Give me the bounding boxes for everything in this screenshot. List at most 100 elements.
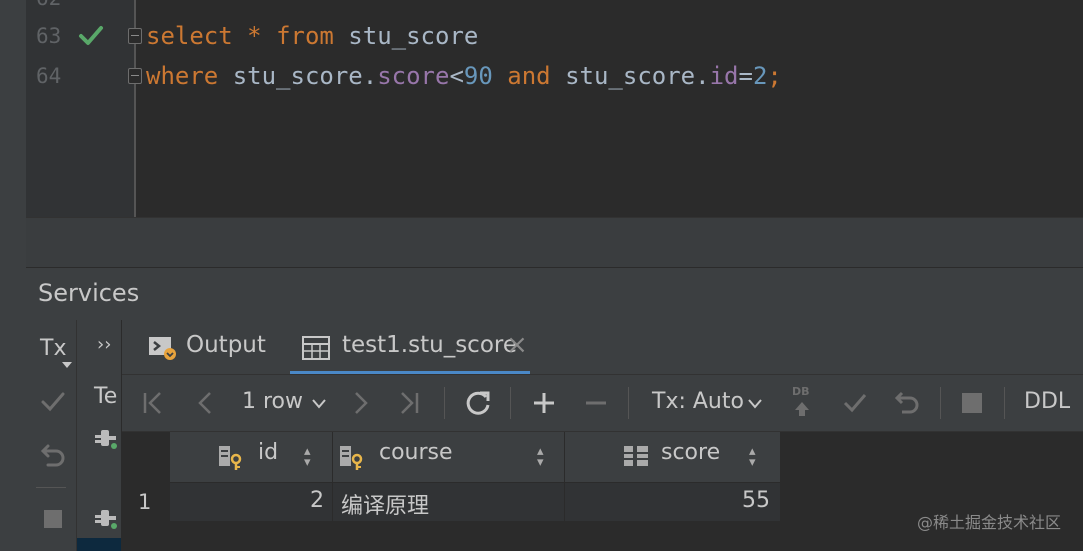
cell-course[interactable]: 编译原理 — [333, 483, 565, 521]
active-tab-indicator — [290, 371, 530, 374]
refresh-icon[interactable] — [464, 389, 492, 417]
code-token: ; — [767, 62, 782, 90]
left-tool-strip — [0, 0, 26, 551]
code-token: from — [276, 22, 334, 50]
code-token: and — [507, 62, 551, 90]
grid-header: id ▴ ▾ course ▴ ▾ score ▴ ▾ — [170, 432, 780, 482]
row-count-dropdown[interactable]: 1 row — [242, 389, 326, 414]
column-icon — [624, 446, 648, 466]
column-name: score — [661, 440, 721, 465]
code-token: select — [146, 22, 233, 50]
code-token: id — [709, 62, 739, 90]
code-token: stu_score. — [550, 62, 710, 90]
sort-icon[interactable]: ▴ ▾ — [304, 445, 311, 469]
last-page-icon[interactable] — [398, 391, 420, 415]
toolbar-separator — [628, 387, 629, 419]
column-header-score[interactable]: score ▴ ▾ — [565, 432, 780, 482]
cell-score[interactable]: 55 — [565, 483, 780, 521]
table-icon — [302, 336, 330, 360]
cell-value: 编译原理 — [341, 494, 430, 519]
watermark: @稀土掘金技术社区 — [916, 513, 1061, 532]
tree-node-label[interactable]: Te — [94, 384, 117, 409]
delete-row-icon[interactable] — [584, 391, 608, 415]
table-row[interactable]: 2 编译原理 55 — [170, 483, 780, 521]
chevron-down-icon — [748, 399, 762, 409]
selected-tree-row[interactable] — [77, 538, 121, 551]
tab-table-label: test1.stu_score — [342, 332, 517, 358]
column-name: course — [379, 440, 453, 465]
revert-icon[interactable] — [894, 389, 920, 415]
stop-icon[interactable] — [44, 510, 62, 528]
code-token: where — [146, 62, 219, 90]
toolbar-separator — [444, 387, 445, 419]
results-toolbar: 1 row Tx: Auto DB DDL — [122, 375, 1083, 432]
line-number: 64 — [36, 64, 62, 88]
chevron-down-icon — [312, 399, 326, 409]
dropdown-arrow-icon — [62, 362, 72, 368]
services-title: Services — [38, 279, 140, 307]
cell-value: 55 — [742, 488, 770, 513]
column-header-id[interactable]: id ▴ ▾ — [170, 432, 333, 482]
fold-icon[interactable] — [128, 28, 142, 44]
ddl-button[interactable]: DDL — [1024, 389, 1070, 414]
previous-page-icon[interactable] — [196, 391, 214, 415]
arrow-up-icon — [795, 402, 809, 416]
row-count-label: 1 row — [242, 389, 304, 414]
expand-more-icon[interactable]: ›› — [97, 334, 111, 355]
code-line[interactable]: where stu_score.score<90 and stu_score.i… — [146, 62, 782, 90]
code-token: 90 — [463, 62, 493, 90]
sort-icon[interactable]: ▴ ▾ — [749, 445, 756, 469]
execution-success-check-icon — [79, 26, 103, 45]
code-line[interactable]: select * from stu_score — [146, 22, 478, 50]
code-token: * — [247, 22, 262, 50]
results-tab-bar: Output test1.stu_score × — [122, 320, 1083, 375]
editor-bottom-band — [26, 217, 1083, 268]
cell-value: 2 — [310, 488, 324, 513]
line-number: 62 — [36, 0, 61, 10]
commit-check-icon[interactable] — [842, 391, 868, 415]
cancel-query-icon[interactable] — [962, 393, 982, 413]
column-name: id — [258, 440, 279, 465]
tx-mode-dropdown[interactable]: Tx: Auto — [652, 389, 762, 414]
tx-dropdown[interactable]: Tx — [40, 336, 72, 368]
console-icon — [149, 337, 176, 360]
next-page-icon[interactable] — [352, 391, 370, 415]
toolbar-separator — [510, 387, 511, 419]
toolbar-separator — [1004, 387, 1005, 419]
rollback-icon[interactable] — [40, 442, 66, 468]
code-token: < — [449, 62, 464, 90]
submit-db-icon[interactable]: DB — [790, 385, 814, 419]
connection-plug-icon[interactable] — [93, 506, 119, 530]
close-tab-icon[interactable]: × — [506, 330, 528, 360]
tx-mode-label: Tx: Auto — [652, 389, 744, 414]
tab-table-stu-score[interactable]: test1.stu_score × — [302, 330, 542, 364]
services-tree: ›› Te — [77, 320, 122, 551]
code-token: stu_score — [333, 22, 479, 50]
first-page-icon[interactable] — [142, 391, 164, 415]
divider — [36, 487, 66, 488]
result-grid: id ▴ ▾ course ▴ ▾ score ▴ ▾ 1 2 编译原理 55 — [122, 432, 1083, 551]
transaction-toolbar: Tx — [26, 320, 77, 551]
row-number[interactable]: 1 — [138, 490, 151, 514]
key-column-icon — [219, 446, 242, 470]
key-column-icon — [340, 446, 363, 470]
connection-plug-icon[interactable] — [93, 426, 119, 450]
add-row-icon[interactable] — [532, 391, 556, 415]
tab-output-label: Output — [186, 332, 266, 358]
code-token: = — [738, 62, 753, 90]
toolbar-separator — [940, 387, 941, 419]
tx-label: Tx — [40, 336, 67, 361]
line-number: 63 — [36, 24, 62, 48]
commit-check-icon[interactable] — [40, 390, 66, 414]
code-token: score — [377, 62, 450, 90]
code-token: 2 — [752, 62, 768, 90]
services-panel-header: Services — [26, 267, 1083, 320]
db-badge: DB — [792, 385, 810, 398]
fold-icon[interactable] — [128, 68, 142, 84]
sort-icon[interactable]: ▴ ▾ — [537, 445, 544, 469]
column-header-course[interactable]: course ▴ ▾ — [333, 432, 565, 482]
cell-id[interactable]: 2 — [170, 483, 333, 521]
